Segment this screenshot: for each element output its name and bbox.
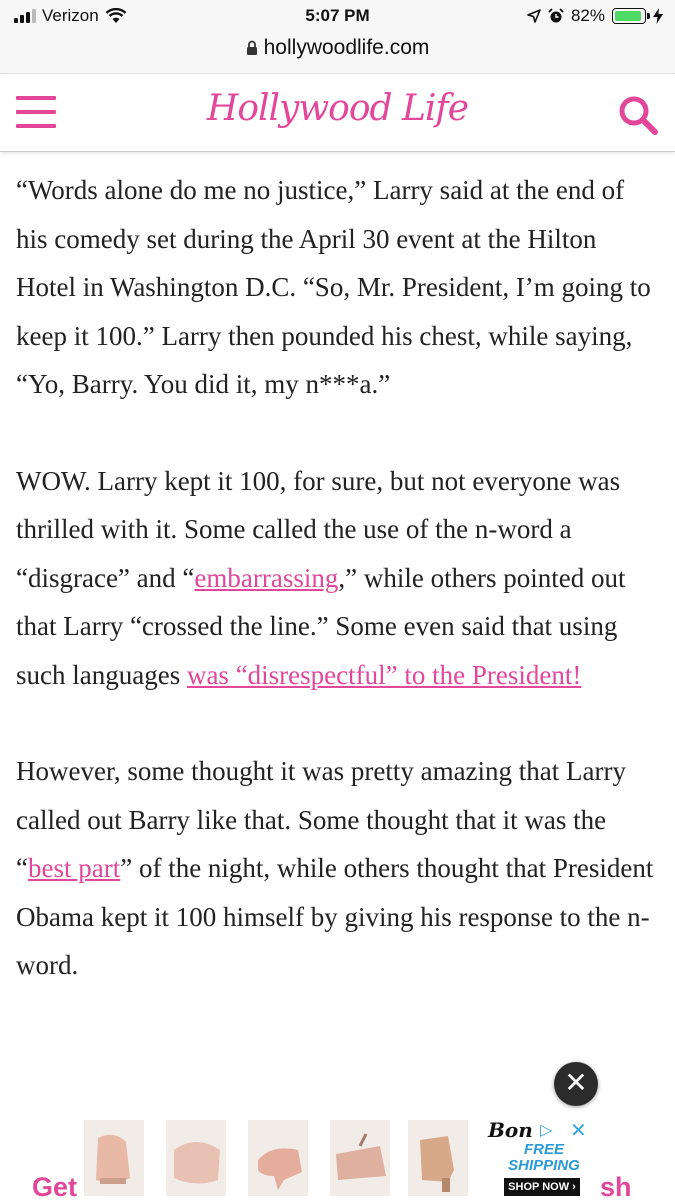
location-icon	[527, 9, 541, 23]
lock-icon	[246, 41, 257, 56]
charging-icon	[653, 8, 663, 24]
paragraph-2: WOW. Larry kept it 100, for sure, but no…	[16, 465, 626, 690]
status-bar: Verizon 5:07 PM 82%	[0, 0, 675, 34]
alarm-icon	[548, 8, 564, 23]
bottom-text-left[interactable]: Get	[32, 1172, 77, 1200]
bottom-text-right[interactable]: sh	[600, 1172, 632, 1200]
shoe-image[interactable]	[330, 1120, 390, 1196]
shoe-image[interactable]	[166, 1120, 226, 1196]
url-bar[interactable]: hollywoodlife.com	[0, 34, 675, 74]
battery-icon	[612, 8, 650, 24]
free-shipping-label: FREE SHIPPING	[508, 1141, 580, 1174]
site-header: Hollywood Life	[0, 74, 675, 152]
ad-brand-logo: Bon	[488, 1118, 533, 1142]
site-logo[interactable]: Hollywood Life	[0, 88, 675, 129]
adchoices-icon[interactable]: ▷	[540, 1120, 552, 1140]
battery-percent: 82%	[570, 6, 605, 25]
shop-now-button[interactable]: SHOP NOW ›	[504, 1178, 580, 1196]
link-disrespectful[interactable]: was “disrespectful” to the President!	[187, 660, 581, 690]
paragraph-3: However, some thought it was pretty amaz…	[16, 756, 654, 980]
link-best-part[interactable]: best part	[28, 853, 120, 883]
search-icon[interactable]	[617, 94, 659, 136]
shoe-image[interactable]	[84, 1120, 144, 1196]
close-ad-button[interactable]: ✕	[554, 1062, 598, 1106]
link-embarrassing[interactable]: embarrassing	[194, 563, 338, 593]
paragraph-1: “Words alone do me no justice,” Larry sa…	[16, 175, 651, 399]
shoe-image[interactable]	[248, 1120, 308, 1196]
ad-close-icon[interactable]: ✕	[570, 1118, 587, 1143]
url-domain: hollywoodlife.com	[263, 36, 430, 59]
ad-brand-panel[interactable]: Bon ▷ ✕ FREE SHIPPING SHOP NOW ›	[480, 1118, 600, 1200]
ad-banner[interactable]: Bon ▷ ✕ FREE SHIPPING SHOP NOW ›	[80, 1118, 600, 1200]
article-body: “Words alone do me no justice,” Larry sa…	[16, 166, 660, 1038]
shoe-image[interactable]	[408, 1120, 468, 1196]
